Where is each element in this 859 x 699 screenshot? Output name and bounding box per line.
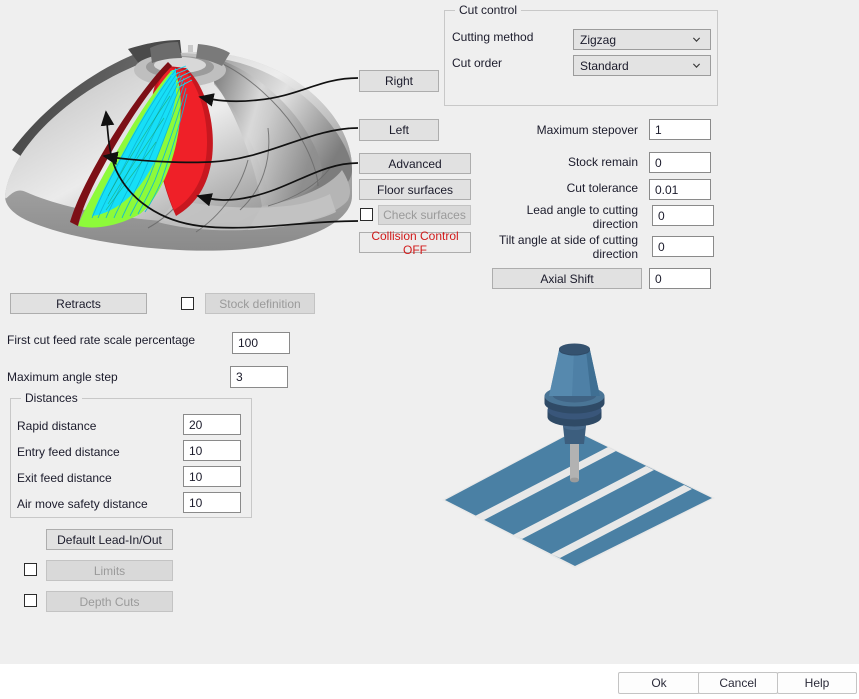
check-surfaces-button: Check surfaces — [378, 205, 471, 225]
floor-surfaces-button[interactable]: Floor surfaces — [359, 179, 471, 200]
collision-control-button[interactable]: Collision Control OFF — [359, 229, 471, 257]
first-cut-feed-rate-input[interactable]: 100 — [232, 332, 290, 354]
cut-order-select[interactable]: Standard — [573, 55, 711, 76]
tilt-angle-label: Tilt angle at side of cutting direction — [499, 233, 638, 261]
air-move-safety-distance-input[interactable]: 10 — [183, 492, 241, 513]
axial-shift-input[interactable]: 0 — [649, 268, 711, 289]
tool-stock-graphic — [420, 330, 730, 615]
cancel-button[interactable]: Cancel — [698, 672, 778, 694]
cut-tolerance-input[interactable]: 0.01 — [649, 179, 711, 200]
chevron-down-icon — [692, 62, 701, 68]
maximum-angle-step-input[interactable]: 3 — [230, 366, 288, 388]
exit-feed-distance-input[interactable]: 10 — [183, 466, 241, 487]
cut-order-value: Standard — [580, 58, 629, 73]
distances-title: Distances — [21, 391, 82, 405]
depth-cuts-button: Depth Cuts — [46, 591, 173, 612]
cutting-method-select[interactable]: Zigzag — [573, 29, 711, 50]
ok-button[interactable]: Ok — [618, 672, 700, 694]
exit-feed-distance-label: Exit feed distance — [17, 471, 112, 485]
default-lead-in-out-button[interactable]: Default Lead-In/Out — [46, 529, 173, 550]
lead-angle-label: Lead angle to cutting direction — [526, 203, 638, 231]
retracts-button[interactable]: Retracts — [10, 293, 147, 314]
cam-toolpath-dialog: Right Left Advanced Floor surfaces Check… — [0, 0, 859, 699]
tilt-angle-input[interactable]: 0 — [652, 236, 714, 257]
right-button[interactable]: Right — [359, 70, 439, 92]
stock-definition-checkbox[interactable] — [181, 297, 194, 310]
entry-feed-distance-label: Entry feed distance — [17, 445, 120, 459]
lead-angle-input[interactable]: 0 — [652, 205, 714, 226]
limits-checkbox[interactable] — [24, 563, 37, 576]
maximum-stepover-label: Maximum stepover — [536, 123, 638, 137]
depth-cuts-checkbox[interactable] — [24, 594, 37, 607]
cutting-method-label: Cutting method — [452, 30, 534, 44]
maximum-angle-step-label: Maximum angle step — [7, 370, 118, 384]
rapid-distance-label: Rapid distance — [17, 419, 97, 433]
check-surfaces-checkbox[interactable] — [360, 208, 373, 221]
cut-order-label: Cut order — [452, 56, 503, 70]
impeller-graphic — [0, 0, 365, 285]
cutting-method-value: Zigzag — [580, 32, 617, 47]
entry-feed-distance-input[interactable]: 10 — [183, 440, 241, 461]
stock-definition-button: Stock definition — [205, 293, 315, 314]
dialog-footer: Ok Cancel Help — [0, 664, 859, 699]
maximum-stepover-input[interactable]: 1 — [649, 119, 711, 140]
rapid-distance-input[interactable]: 20 — [183, 414, 241, 435]
left-button[interactable]: Left — [359, 119, 439, 141]
chevron-down-icon — [692, 36, 701, 42]
stock-remain-label: Stock remain — [567, 155, 638, 169]
limits-button: Limits — [46, 560, 173, 581]
advanced-button[interactable]: Advanced — [359, 153, 471, 174]
cut-tolerance-label: Cut tolerance — [566, 181, 638, 195]
axial-shift-button[interactable]: Axial Shift — [492, 268, 642, 289]
stock-remain-input[interactable]: 0 — [649, 152, 711, 173]
cut-control-title: Cut control — [455, 3, 522, 17]
help-button[interactable]: Help — [777, 672, 857, 694]
first-cut-feed-rate-label: First cut feed rate scale percentage — [7, 333, 196, 347]
air-move-safety-distance-label: Air move safety distance — [17, 497, 148, 511]
